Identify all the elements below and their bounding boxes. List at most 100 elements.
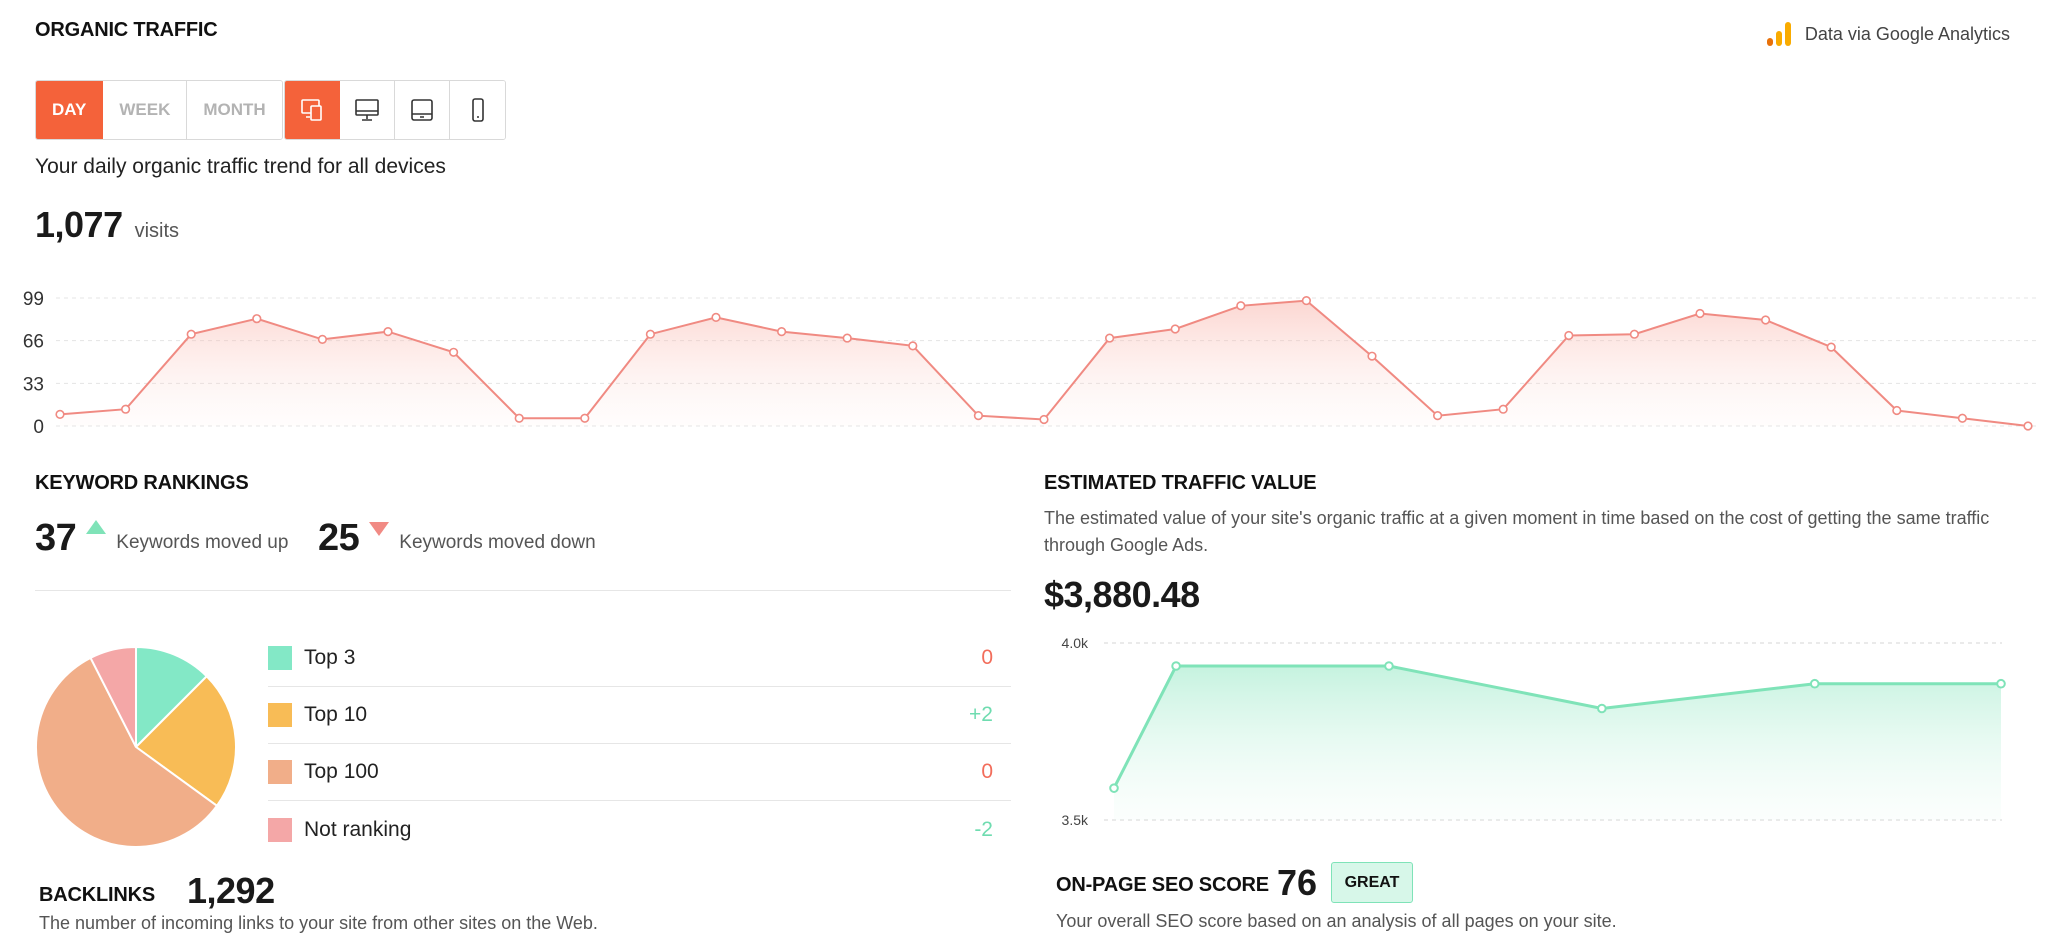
traffic-point xyxy=(1826,342,1836,352)
rank-change: 0 xyxy=(981,760,993,783)
ranking-list: Top 3 0 Top 10 +2 Top 100 0 Not ranking … xyxy=(268,630,1011,858)
google-analytics-icon xyxy=(1766,22,1791,46)
traffic-point xyxy=(449,347,459,357)
all-devices-icon xyxy=(301,99,322,121)
visits-summary: 1,077 visits xyxy=(35,204,179,246)
organic-traffic-chart: 99 66 33 0 xyxy=(23,289,2040,438)
rank-row-top-100: Top 100 0 xyxy=(268,744,1011,801)
traffic-point xyxy=(383,327,393,337)
traffic-point xyxy=(711,312,721,322)
legend-swatch xyxy=(268,817,292,842)
traffic-point xyxy=(776,327,787,337)
traffic-point xyxy=(317,334,328,344)
rank-row-not-ranking: Not ranking -2 xyxy=(268,801,1011,858)
keywords-down-label: Keywords moved down xyxy=(399,532,596,553)
keyword-rankings-title: KEYWORD RANKINGS xyxy=(35,472,249,494)
traffic-point xyxy=(55,409,65,419)
traffic-point xyxy=(1236,301,1246,311)
rank-label: Top 10 xyxy=(304,703,368,726)
traffic-point xyxy=(973,411,984,421)
traffic-point xyxy=(1629,329,1639,339)
traffic-point xyxy=(1564,330,1574,341)
traffic-area xyxy=(60,300,2028,426)
desktop-icon xyxy=(355,99,379,121)
traffic-point xyxy=(2023,421,2033,431)
rank-change: +2 xyxy=(969,703,993,726)
legend-swatch xyxy=(268,760,292,784)
traffic-point xyxy=(1170,324,1180,334)
data-source-note: Data via Google Analytics xyxy=(1766,22,2010,46)
traffic-point xyxy=(186,329,196,339)
keywords-moved-up: 37 Keywords moved up xyxy=(35,517,288,560)
traffic-point xyxy=(1432,411,1443,421)
traffic-point xyxy=(1367,351,1377,361)
all-devices-button[interactable] xyxy=(285,81,340,139)
period-day-button[interactable]: DAY xyxy=(36,81,104,139)
traffic-point xyxy=(645,329,656,339)
y-tick-label: 99 xyxy=(23,289,44,310)
traffic-point xyxy=(252,314,262,324)
device-toggle xyxy=(284,80,506,140)
ranking-pie-chart xyxy=(35,645,237,848)
traffic-trend-description: Your daily organic traffic trend for all… xyxy=(35,155,446,178)
backlinks-title: BACKLINKS xyxy=(39,884,155,906)
rank-label: Top 3 xyxy=(304,646,356,669)
traffic-value-point xyxy=(1809,678,1820,689)
data-source-label: Data via Google Analytics xyxy=(1804,23,2010,44)
y-tick-label: 33 xyxy=(23,374,44,395)
seo-score-badge: GREAT xyxy=(1331,862,1413,903)
period-month-button[interactable]: MONTH xyxy=(187,81,282,139)
traffic-point xyxy=(842,333,852,343)
rank-label: Top 100 xyxy=(304,760,379,783)
period-week-button[interactable]: WEEK xyxy=(103,81,188,139)
mobile-button[interactable] xyxy=(450,81,505,139)
traffic-point xyxy=(1892,405,1902,416)
backlinks-description: The number of incoming links to your sit… xyxy=(39,913,598,933)
traffic-point xyxy=(514,413,524,423)
traffic-value-point xyxy=(1597,703,1607,714)
traffic-point xyxy=(580,413,590,423)
visits-count: 1,077 xyxy=(35,204,123,245)
traffic-value-area xyxy=(1114,666,2001,820)
seo-score-title: ON-PAGE SEO SCORE xyxy=(1056,874,1269,896)
legend-swatch xyxy=(268,646,292,670)
traffic-point xyxy=(1695,308,1705,319)
traffic-point xyxy=(1301,295,1311,306)
arrow-down-icon xyxy=(369,522,390,536)
keywords-up-count: 37 xyxy=(35,517,77,559)
seo-score-description: Your overall SEO score based on an analy… xyxy=(1056,911,1617,931)
keywords-down-count: 25 xyxy=(318,517,360,559)
traffic-value-point xyxy=(1171,661,1181,671)
divider xyxy=(35,590,1011,591)
traffic-point xyxy=(1104,333,1115,343)
y-tick-label: 66 xyxy=(23,332,44,353)
tablet-button[interactable] xyxy=(395,81,450,139)
traffic-value-description: The estimated value of your site's organ… xyxy=(1044,508,1990,555)
traffic-value-point xyxy=(1384,661,1394,671)
y-tick-label: 4.0k xyxy=(1062,635,1089,651)
rank-label: Not ranking xyxy=(304,817,412,841)
traffic-point xyxy=(120,404,131,414)
traffic-point xyxy=(1039,414,1049,425)
traffic-point xyxy=(908,341,918,351)
traffic-value-point xyxy=(1109,783,1119,793)
rank-row-top-10: Top 10 +2 xyxy=(268,687,1011,744)
keywords-moved-down: 25 Keywords moved down xyxy=(318,517,596,560)
traffic-value-chart: 4.0k 3.5k xyxy=(1062,635,2006,828)
y-tick-label: 3.5k xyxy=(1062,812,1089,828)
backlinks-count: 1,292 xyxy=(187,870,275,911)
traffic-value-point xyxy=(1996,678,2006,689)
rank-change: 0 xyxy=(981,646,993,669)
organic-traffic-title: ORGANIC TRAFFIC xyxy=(35,19,218,41)
traffic-point xyxy=(1957,413,1967,423)
visits-unit: visits xyxy=(134,220,180,242)
tablet-icon xyxy=(411,99,433,121)
mobile-icon xyxy=(471,98,484,122)
arrow-up-icon xyxy=(86,520,107,534)
traffic-value-amount: $3,880.48 xyxy=(1044,574,1200,615)
period-toggle: DAY WEEK MONTH xyxy=(35,80,283,140)
traffic-point xyxy=(1498,404,1508,414)
rank-change: -2 xyxy=(974,817,993,841)
desktop-button[interactable] xyxy=(340,81,395,139)
y-tick-label: 0 xyxy=(33,417,44,438)
